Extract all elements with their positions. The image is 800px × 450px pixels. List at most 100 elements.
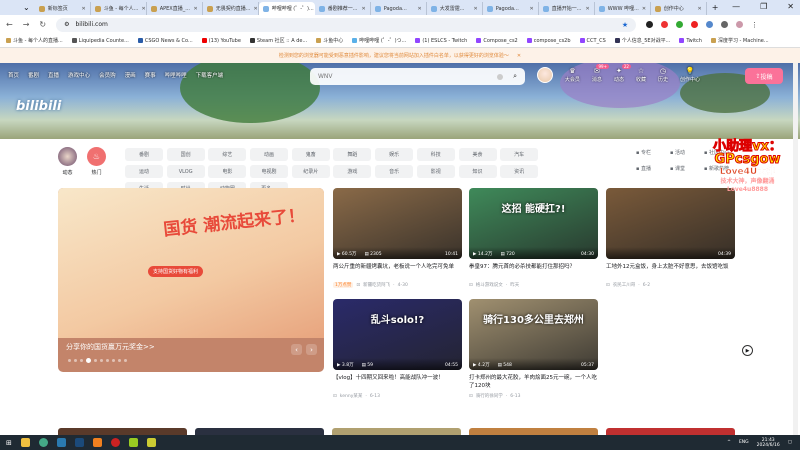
carousel-dot[interactable]	[112, 359, 115, 362]
browser-tab[interactable]: Pagoda... ✕	[371, 2, 427, 15]
video-card[interactable]: 04:39 工地外12元盒饭，身上太脏不好意思，去饭馆吃饭 ⊡ 农民工川哥 · 6-2	[606, 188, 735, 288]
tab-close-icon[interactable]: ✕	[141, 6, 145, 12]
app-icon[interactable]	[128, 438, 138, 447]
user-avatar[interactable]	[536, 67, 553, 83]
autoplay-icon[interactable]: ▶	[742, 345, 753, 356]
video-card[interactable]: 这招 能硬扛?! ▶ 14.2万 ▤ 720 04:30 拳皇97：腾元首的必杀技都能打…	[469, 188, 598, 288]
carousel-dot[interactable]	[68, 359, 71, 362]
opera-icon[interactable]	[691, 21, 699, 28]
bookmark-item[interactable]: Liquipedia Counte...	[71, 38, 129, 44]
bookmark-item[interactable]: compose_cs2b	[526, 38, 571, 44]
user-nav-item[interactable]: ◷ 历史	[658, 67, 668, 83]
bookmark-item[interactable]: 个人信息_5E对战平...	[614, 37, 670, 44]
browser-tab[interactable]: WWW 哔哩... ✕	[595, 2, 651, 15]
bookmark-item[interactable]: 哔哩哔哩 (゜-゜)つ...	[352, 37, 406, 44]
tab-close-icon[interactable]: ✕	[362, 6, 366, 12]
nav-item[interactable]: 哔哩哔哩	[165, 71, 187, 79]
bookmark-item[interactable]: 斗鱼 - 每个人的直播...	[6, 37, 63, 44]
channel-link[interactable]: ▪ 活动	[670, 149, 698, 156]
carousel-next-button[interactable]: ›	[306, 344, 317, 355]
tab-close-icon[interactable]: ✕	[698, 6, 702, 12]
video-thumbnail[interactable]: 乱斗solo!? ▶ 3.8万 ▤ 59 04:55	[333, 299, 462, 370]
close-button[interactable]: ✕	[787, 2, 794, 11]
channel-pill[interactable]: 舞蹈	[333, 148, 372, 161]
reload-icon[interactable]: ↻	[39, 20, 46, 29]
extension-icon[interactable]	[661, 21, 669, 28]
channel-pill[interactable]: 国创	[166, 148, 205, 161]
browser-tab[interactable]: 哔哩哔哩 (゜-゜)...✕	[258, 2, 315, 15]
app-icon[interactable]	[146, 438, 156, 447]
upload-button[interactable]: ⇪ 投稿	[745, 68, 783, 84]
nav-item[interactable]: 会员购	[99, 71, 116, 79]
carousel-dot[interactable]	[80, 359, 83, 362]
vlc-icon[interactable]	[92, 438, 102, 447]
video-thumbnail[interactable]: 这招 能硬扛?! ▶ 14.2万 ▤ 720 04:30	[469, 188, 598, 259]
tray-expand-icon[interactable]: ^	[727, 440, 731, 445]
nav-item[interactable]: 漫画	[125, 71, 136, 79]
channel-pill[interactable]: 番剧	[125, 148, 163, 161]
search-icon[interactable]: ⌕	[513, 72, 517, 81]
profile-avatar[interactable]	[736, 21, 744, 28]
channel-pill[interactable]: VLOG	[166, 165, 205, 178]
minimize-button[interactable]: —	[732, 2, 740, 11]
channel-pill[interactable]: 运动	[125, 165, 163, 178]
uploader-name[interactable]: 骑行的徐同学	[476, 393, 503, 399]
bilibili-logo[interactable]: bilibili	[16, 99, 61, 114]
browser-tab[interactable]: APEX直播_... ✕	[147, 2, 203, 15]
video-thumbnail[interactable]: 骑行130多公里去郑州 ▶ 4.2万 ▤ 548 05:37	[469, 299, 598, 370]
channel-pill[interactable]: 综艺	[208, 148, 247, 161]
forward-icon[interactable]: →	[23, 20, 30, 29]
carousel-dot[interactable]	[94, 359, 97, 362]
user-nav-item[interactable]: 💡 创作中心	[680, 67, 700, 83]
maximize-button[interactable]: ❐	[760, 2, 767, 11]
bookmark-item[interactable]: Compose_cs2	[476, 38, 518, 44]
browser-tab[interactable]: 直播开始一... ✕	[539, 2, 595, 15]
user-nav-item[interactable]: ☆ 收藏	[636, 67, 646, 83]
notice-close-button[interactable]: ✕	[517, 53, 521, 59]
channel-link[interactable]: ▪ 课堂	[670, 165, 698, 172]
bookmark-item[interactable]: Twitch	[679, 38, 702, 44]
menu-icon[interactable]: ⋮	[751, 21, 758, 29]
dynamic-entry[interactable]: 动态	[58, 147, 77, 176]
nav-item[interactable]: 直播	[48, 71, 59, 79]
video-thumbnail[interactable]: ▶ 60.5万 ▤ 2305 10:41	[333, 188, 462, 259]
user-nav-item[interactable]: ✦ 动态 22	[614, 64, 631, 83]
nav-item[interactable]: 游戏中心	[68, 71, 90, 79]
tab-close-icon[interactable]: ✕	[194, 6, 198, 12]
hot-entry[interactable]: ♨ 热门	[87, 147, 106, 176]
video-card[interactable]: 骑行130多公里去郑州 ▶ 4.2万 ▤ 548 05:37 打卡郑州的最大花胶，羊肉烩…	[469, 299, 598, 399]
extension-icon[interactable]	[706, 21, 714, 28]
carousel-dot[interactable]	[124, 359, 127, 362]
carousel-dot[interactable]	[86, 358, 91, 363]
channel-pill[interactable]: 影视	[416, 165, 455, 178]
bookmark-item[interactable]: (13) YouTube	[201, 38, 241, 44]
app-icon[interactable]	[110, 438, 120, 447]
user-nav-item[interactable]: ✉ 消息 99+	[592, 64, 609, 83]
language-indicator[interactable]: ENG	[739, 440, 749, 445]
video-card[interactable]: ▶ 60.5万 ▤ 2305 10:41 两公斤重的新疆烤囊坑，老板说一个人吃完可免单…	[333, 188, 462, 288]
channel-pill[interactable]: 电视剧	[250, 165, 289, 178]
channel-pill[interactable]: 资讯	[500, 165, 539, 178]
new-tab-button[interactable]: +	[707, 3, 724, 12]
file-explorer-icon[interactable]	[20, 438, 30, 447]
windows-start-icon[interactable]: ⊞	[6, 439, 12, 447]
carousel-caption[interactable]: 分享你的国货赢万元奖金>>	[66, 342, 155, 352]
uploader-name[interactable]: kenny某某	[340, 393, 363, 399]
bookmark-item[interactable]: CCT_CS	[579, 38, 606, 44]
site-info-icon[interactable]: ⚙	[64, 21, 69, 28]
channel-pill[interactable]: 美食	[458, 148, 497, 161]
nav-item[interactable]: 下载客户端	[196, 71, 224, 79]
video-title[interactable]: 打卡郑州的最大花胶，羊肉烩面25元一碗，一个人吃了120块	[469, 374, 598, 390]
browser-tab[interactable]: 创作中心 ✕	[651, 2, 707, 15]
browser-tab[interactable]: Pagoda... ✕	[483, 2, 539, 15]
channel-link[interactable]: ▪ 直播	[636, 165, 664, 172]
video-title[interactable]: 工地外12元盒饭，身上太脏不好意思，去饭馆吃饭	[606, 263, 735, 279]
uploader-name[interactable]: 新疆吃货阿飞	[363, 282, 390, 288]
video-title[interactable]: 拳皇97：腾元首的必杀技都能打住那招吗？	[469, 263, 598, 279]
bookmark-item[interactable]: CSGO News & Co...	[137, 38, 193, 44]
nav-item[interactable]: 赛事	[145, 71, 156, 79]
browser-tab[interactable]: 番剧推荐一... ✕	[315, 2, 371, 15]
video-title[interactable]: 两公斤重的新疆烤囊坑，老板说一个人吃完可免单	[333, 263, 462, 279]
extension-icon[interactable]	[646, 21, 654, 28]
carousel-dot[interactable]	[74, 359, 77, 362]
